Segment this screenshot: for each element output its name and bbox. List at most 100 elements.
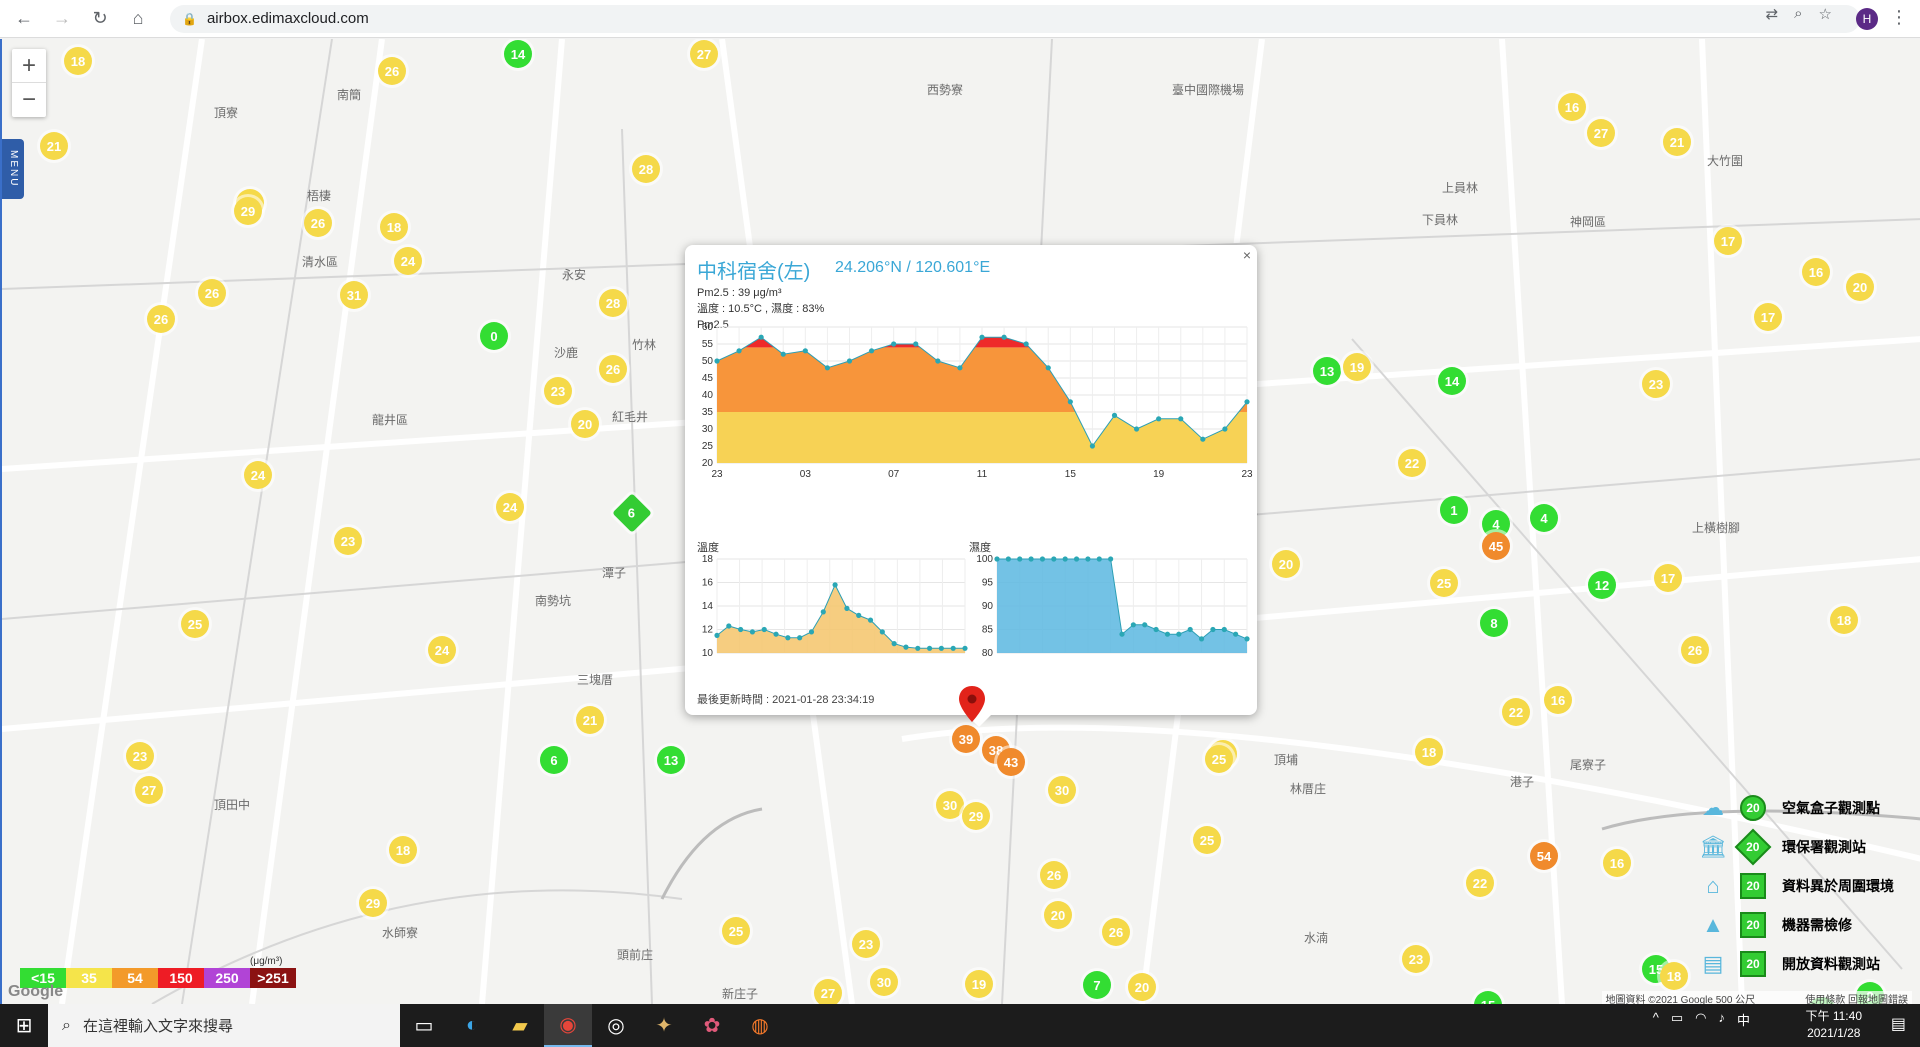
translate-icon[interactable]: ⇄ — [1766, 5, 1779, 23]
station-pin[interactable]: 29 — [359, 889, 387, 917]
address-bar[interactable]: 🔒 airbox.edimaxcloud.com — [170, 4, 1860, 33]
chrome-icon[interactable]: ◉ — [544, 1004, 592, 1047]
volume-icon[interactable]: ♪ — [1718, 1010, 1725, 1029]
map-canvas[interactable]: + − MENU 臺中國際機場西勢寮頂寮南簡梧棲清水區沙鹿紅毛井竹林永安大肚區龍… — [0, 39, 1920, 1004]
profile-avatar[interactable]: H — [1856, 8, 1878, 30]
station-pin[interactable]: 45 — [1482, 532, 1510, 560]
station-pin[interactable]: 30 — [936, 791, 964, 819]
station-pin[interactable]: 31 — [340, 281, 368, 309]
station-pin[interactable]: 23 — [544, 377, 572, 405]
station-pin[interactable]: 26 — [1102, 918, 1130, 946]
station-pin[interactable]: 20 — [1128, 973, 1156, 1001]
station-pin[interactable]: 23 — [852, 930, 880, 958]
station-pin[interactable]: 6 — [540, 746, 568, 774]
station-pin[interactable]: 16 — [1544, 686, 1572, 714]
station-pin[interactable]: 7 — [1083, 971, 1111, 999]
station-pin[interactable]: 24 — [244, 461, 272, 489]
station-pin[interactable]: 20 — [1044, 901, 1072, 929]
task-view-icon[interactable]: ▭ — [400, 1004, 448, 1047]
station-pin[interactable]: 17 — [1754, 303, 1782, 331]
menu-tab[interactable]: MENU — [2, 139, 24, 199]
station-pin[interactable]: 19 — [965, 970, 993, 998]
blender-icon[interactable]: ◍ — [736, 1004, 784, 1047]
taskbar-search[interactable]: ⌕ 在這裡輸入文字來搜尋 — [48, 1004, 400, 1047]
station-pin[interactable]: 8 — [1480, 609, 1508, 637]
station-pin[interactable]: 26 — [304, 209, 332, 237]
station-pin[interactable]: 18 — [1660, 962, 1688, 990]
forward-icon[interactable]: → — [48, 5, 76, 33]
station-pin[interactable]: 27 — [690, 40, 718, 68]
station-pin[interactable]: 25 — [722, 917, 750, 945]
station-pin[interactable]: 18 — [1415, 738, 1443, 766]
station-pin[interactable]: 21 — [40, 132, 68, 160]
station-pin[interactable]: 17 — [1714, 227, 1742, 255]
station-pin[interactable]: 26 — [198, 279, 226, 307]
taskbar-clock[interactable]: 下午 11:40 2021/1/28 — [1806, 1008, 1862, 1042]
station-pin[interactable]: 20 — [1272, 550, 1300, 578]
windows-start-icon[interactable]: ⊞ — [0, 1004, 48, 1047]
station-pin[interactable]: 26 — [1040, 861, 1068, 889]
station-pin[interactable]: 27 — [1587, 119, 1615, 147]
station-pin[interactable]: 16 — [1802, 258, 1830, 286]
station-pin[interactable]: 23 — [1402, 945, 1430, 973]
home-icon[interactable]: ⌂ — [124, 5, 152, 33]
file-explorer-icon[interactable]: ▰ — [496, 1004, 544, 1047]
station-pin[interactable]: 26 — [378, 57, 406, 85]
station-pin[interactable]: 25 — [1193, 826, 1221, 854]
bookmark-star-icon[interactable]: ☆ — [1819, 5, 1832, 23]
app-icon-animal[interactable]: ✦ — [640, 1004, 688, 1047]
station-pin[interactable]: 23 — [334, 527, 362, 555]
station-pin[interactable]: 23 — [126, 742, 154, 770]
station-pin[interactable]: 16 — [1558, 93, 1586, 121]
station-pin[interactable]: 27 — [814, 979, 842, 1004]
station-pin[interactable]: 24 — [394, 247, 422, 275]
station-pin[interactable]: 39 — [952, 725, 980, 753]
station-pin[interactable]: 23 — [1642, 370, 1670, 398]
notification-icon[interactable]: ▤ — [1891, 1014, 1906, 1034]
station-pin[interactable]: 26 — [599, 355, 627, 383]
station-pin[interactable]: 18 — [380, 213, 408, 241]
zoom-out-button[interactable]: − — [12, 83, 46, 117]
popup-close-button[interactable]: × — [1243, 247, 1251, 263]
station-pin[interactable]: 22 — [1466, 869, 1494, 897]
reload-icon[interactable]: ↻ — [86, 5, 114, 33]
station-pin[interactable]: 28 — [599, 289, 627, 317]
station-pin[interactable]: 20 — [1846, 273, 1874, 301]
station-pin[interactable]: 25 — [181, 610, 209, 638]
wifi-icon[interactable]: ◠ — [1695, 1010, 1706, 1029]
station-pin[interactable]: 1 — [1440, 496, 1468, 524]
ime-indicator[interactable]: 中 — [1737, 1010, 1750, 1029]
station-pin[interactable]: 18 — [64, 47, 92, 75]
station-pin[interactable]: 4 — [1530, 504, 1558, 532]
station-pin[interactable]: 26 — [147, 305, 175, 333]
selected-station-marker[interactable] — [959, 686, 985, 722]
station-pin[interactable]: 21 — [576, 706, 604, 734]
station-pin[interactable]: 19 — [1343, 353, 1371, 381]
back-icon[interactable]: ← — [10, 5, 38, 33]
station-pin[interactable]: 25 — [1205, 745, 1233, 773]
station-pin[interactable]: 25 — [1430, 569, 1458, 597]
app-icon-compass[interactable]: ◎ — [592, 1004, 640, 1047]
station-pin[interactable]: 13 — [657, 746, 685, 774]
station-pin[interactable]: 14 — [1438, 367, 1466, 395]
station-pin[interactable]: 29 — [962, 802, 990, 830]
zoom-in-button[interactable]: + — [12, 49, 46, 83]
station-pin[interactable]: 54 — [1530, 842, 1558, 870]
station-pin[interactable]: 0 — [480, 322, 508, 350]
app-icon-paint[interactable]: ✿ — [688, 1004, 736, 1047]
station-pin[interactable]: 26 — [1681, 636, 1709, 664]
browser-menu-icon[interactable]: ⋮ — [1890, 7, 1908, 28]
map-attribution[interactable]: 地圖資料 ©2021 Google 500 公尺 ________ 使用條款 回… — [1601, 991, 1912, 1004]
station-pin[interactable]: 17 — [1654, 564, 1682, 592]
station-pin[interactable]: 43 — [997, 748, 1025, 776]
station-pin[interactable]: 24 — [428, 636, 456, 664]
edge-icon[interactable]: ◐ — [448, 1004, 496, 1047]
tray-chevron-icon[interactable]: ^ — [1653, 1010, 1659, 1029]
station-pin[interactable]: 30 — [870, 968, 898, 996]
station-pin[interactable]: 20 — [571, 410, 599, 438]
station-pin[interactable]: 27 — [135, 776, 163, 804]
station-pin[interactable]: 14 — [504, 40, 532, 68]
station-pin[interactable]: 22 — [1398, 449, 1426, 477]
station-pin[interactable]: 21 — [1663, 128, 1691, 156]
battery-icon[interactable]: ▭ — [1671, 1010, 1683, 1029]
